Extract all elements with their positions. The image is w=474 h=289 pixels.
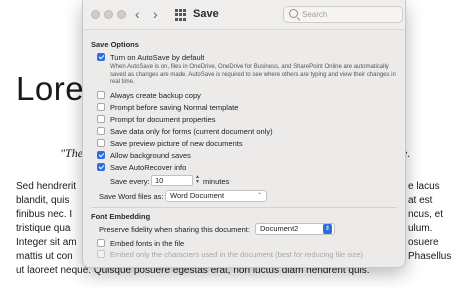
back-arrow-icon[interactable]: ‹ xyxy=(135,6,140,22)
forward-arrow-icon[interactable]: › xyxy=(153,6,158,22)
document-line: finibus nec. I xyxy=(16,209,73,220)
document-quote-left: "The xyxy=(60,146,84,160)
save-options-heading: Save Options xyxy=(91,40,139,49)
option-label: Save data only for forms (current docume… xyxy=(110,126,273,136)
section-divider xyxy=(91,207,397,208)
save-forms-data-option[interactable]: Save data only for forms (current docume… xyxy=(97,126,273,136)
save-forms-data-checkbox[interactable] xyxy=(97,127,105,135)
embed-used-characters-option: Embed only the characters used in the do… xyxy=(97,249,363,259)
window-titlebar: ‹ › Save xyxy=(83,0,405,30)
option-label: Save preview picture of new documents xyxy=(110,138,243,148)
autosave-option[interactable]: Turn on AutoSave by default xyxy=(97,52,204,62)
preserve-fidelity-label: Preserve fidelity when sharing this docu… xyxy=(99,225,250,234)
search-input[interactable] xyxy=(302,8,400,21)
save-preview-option[interactable]: Save preview picture of new documents xyxy=(97,138,243,148)
close-window-button[interactable] xyxy=(91,10,100,19)
minutes-label: minutes xyxy=(203,177,230,186)
chevron-updown-icon: ⌃ xyxy=(256,193,262,199)
prompt-properties-checkbox[interactable] xyxy=(97,115,105,123)
option-label: Prompt before saving Normal template xyxy=(110,102,239,112)
save-preview-checkbox[interactable] xyxy=(97,139,105,147)
zoom-window-button[interactable] xyxy=(117,10,126,19)
save-every-input[interactable]: 10 xyxy=(151,175,193,186)
save-preferences-window: ‹ › Save Save Options Turn on AutoSave b… xyxy=(82,0,406,268)
prompt-normal-template-checkbox[interactable] xyxy=(97,103,105,111)
background-saves-option[interactable]: Allow background saves xyxy=(97,150,191,160)
window-title: Save xyxy=(193,8,219,20)
search-icon xyxy=(289,9,298,18)
document-line: tristique qua xyxy=(16,223,71,234)
minimize-window-button[interactable] xyxy=(104,10,113,19)
autorecover-option[interactable]: Save AutoRecover info xyxy=(97,162,186,172)
document-line: ulum. xyxy=(408,223,433,234)
autorecover-checkbox[interactable] xyxy=(97,163,105,171)
document-line: Sed hendrerit xyxy=(16,181,77,192)
font-embedding-heading: Font Embedding xyxy=(91,212,151,221)
embed-fonts-checkbox[interactable] xyxy=(97,239,105,247)
prompt-properties-option[interactable]: Prompt for document properties xyxy=(97,114,215,124)
document-line: at est xyxy=(408,195,433,206)
option-label: Always create backup copy xyxy=(110,90,201,100)
embed-used-characters-checkbox xyxy=(97,250,105,258)
document-line: osuere xyxy=(408,237,439,248)
autosave-label: Turn on AutoSave by default xyxy=(110,52,205,62)
document-line: Phasellus xyxy=(408,251,452,262)
backup-copy-option[interactable]: Always create backup copy xyxy=(97,90,201,100)
save-every-label: Save every: xyxy=(110,177,150,186)
autosave-checkbox[interactable] xyxy=(97,53,105,61)
background-saves-checkbox[interactable] xyxy=(97,151,105,159)
option-label: Save AutoRecover info xyxy=(110,162,187,172)
save-as-value: Word Document xyxy=(170,191,225,200)
embed-fonts-option[interactable]: Embed fonts in the file xyxy=(97,238,184,248)
embed-used-characters-label: Embed only the characters used in the do… xyxy=(110,249,364,259)
chevron-updown-icon: ⇕ xyxy=(323,224,332,234)
save-as-label: Save Word files as: xyxy=(99,192,164,201)
option-label: Prompt for document properties xyxy=(110,114,216,124)
embed-fonts-label: Embed fonts in the file xyxy=(110,238,185,248)
document-line: blandit, quis xyxy=(16,195,70,206)
preserve-fidelity-select[interactable]: Document2 ⇕ xyxy=(255,223,335,235)
option-label: Allow background saves xyxy=(110,150,191,160)
document-line: ncus, et xyxy=(408,209,444,220)
backup-copy-checkbox[interactable] xyxy=(97,91,105,99)
document-line: e lacus xyxy=(408,181,440,192)
prompt-normal-template-option[interactable]: Prompt before saving Normal template xyxy=(97,102,238,112)
save-every-stepper[interactable]: ▲ ▼ xyxy=(194,175,201,186)
autosave-note: When AutoSave is on, files in OneDrive, … xyxy=(110,64,396,85)
preserve-fidelity-value: Document2 xyxy=(260,224,299,233)
save-as-select[interactable]: Word Document ⌃ xyxy=(165,190,267,202)
document-line: Integer sit am xyxy=(16,237,77,248)
show-all-grid-icon[interactable] xyxy=(175,9,187,21)
search-box[interactable] xyxy=(283,6,403,23)
document-line: mattis ut con xyxy=(16,251,73,262)
